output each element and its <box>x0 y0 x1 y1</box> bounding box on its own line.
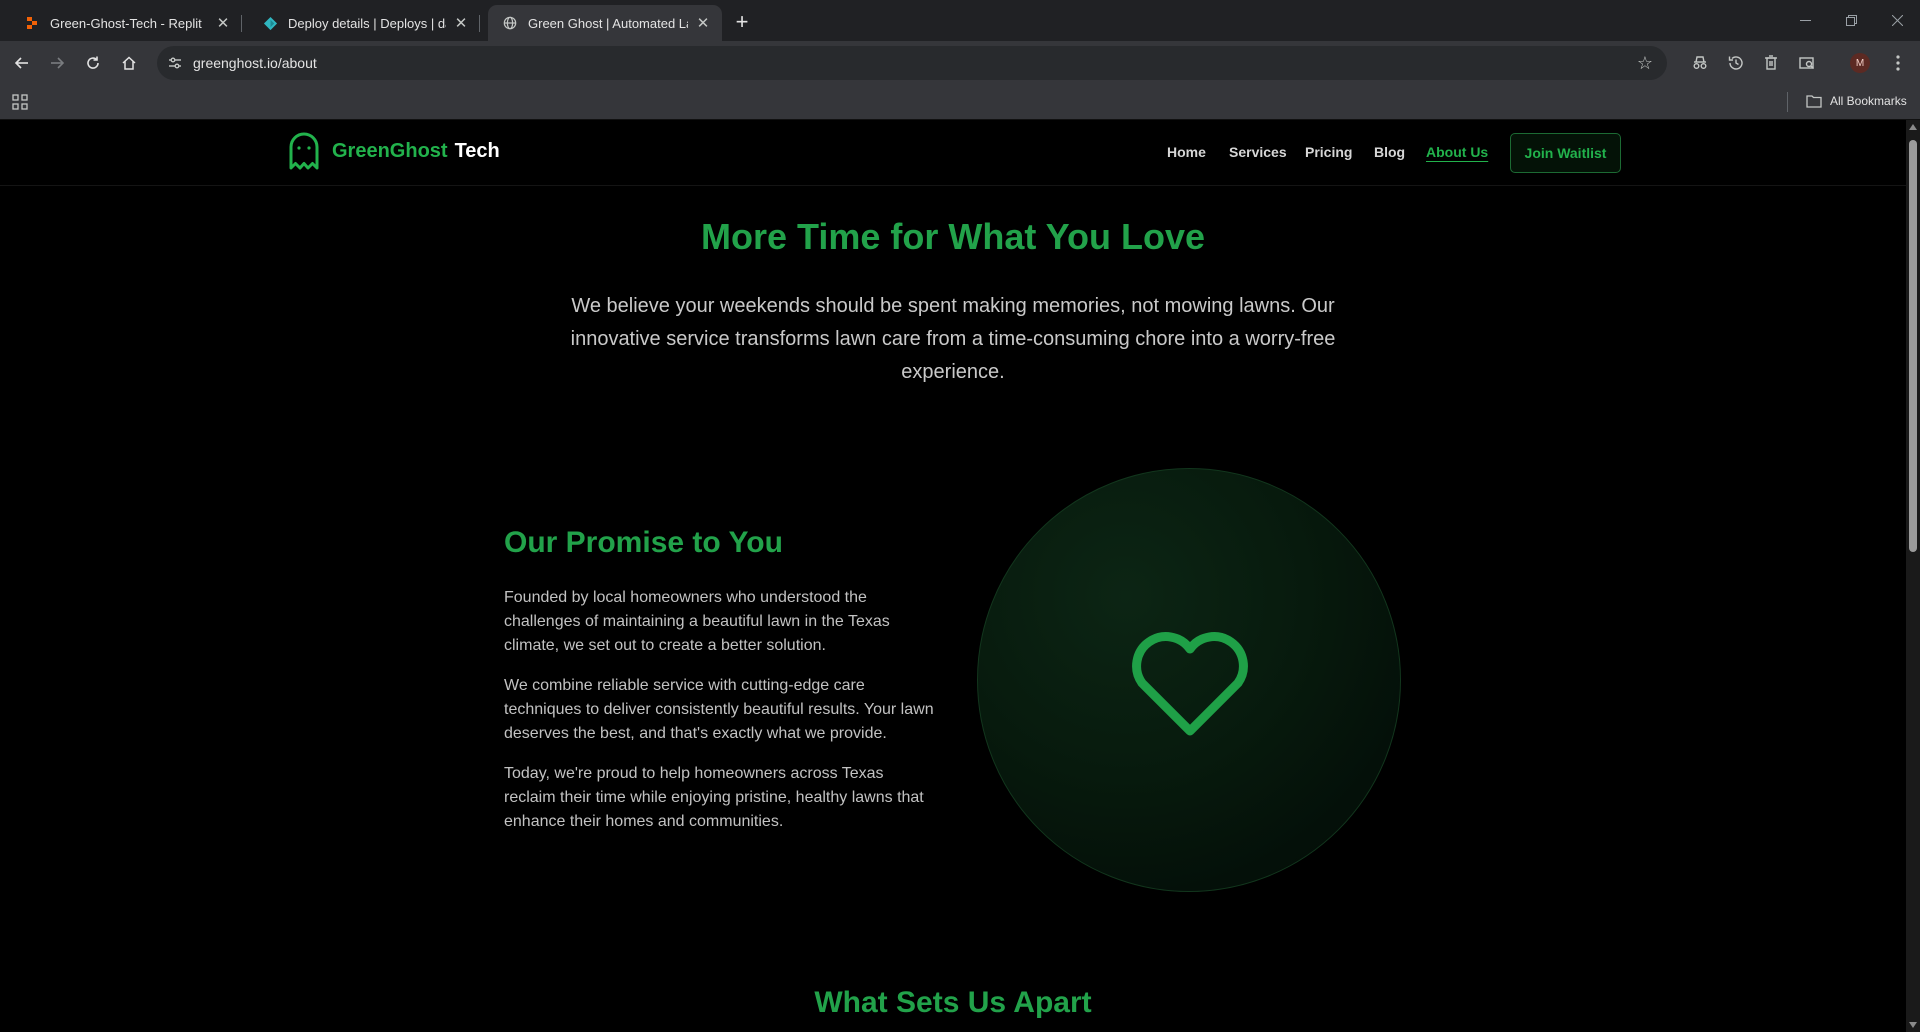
url-text: greenghost.io/about <box>193 55 317 71</box>
bookmark-star-icon[interactable]: ☆ <box>1635 53 1655 73</box>
promise-paragraph-3: Today, we're proud to help homeowners ac… <box>504 765 924 830</box>
folder-icon <box>1806 95 1822 108</box>
browser-toolbar: greenghost.io/about ☆ M <box>0 41 1920 84</box>
globe-icon <box>502 15 518 31</box>
tab-search-icon[interactable] <box>1795 51 1819 75</box>
hero-title: More Time for What You Love <box>700 216 1206 257</box>
close-icon[interactable]: ✕ <box>214 14 232 32</box>
close-icon[interactable]: ✕ <box>452 14 470 32</box>
apps-grid-icon[interactable] <box>12 94 28 110</box>
minimize-button[interactable] <box>1782 0 1828 41</box>
nav-blog[interactable]: Blog <box>1374 144 1405 160</box>
forward-button[interactable] <box>41 47 73 79</box>
heart-icon <box>1132 632 1248 736</box>
home-button[interactable] <box>113 47 145 79</box>
page-scrollbar[interactable] <box>1906 120 1920 1032</box>
apart-title: What Sets Us Apart <box>814 986 1092 1019</box>
reload-button[interactable] <box>77 47 109 79</box>
scroll-thumb[interactable] <box>1909 140 1917 552</box>
trash-icon[interactable] <box>1759 51 1783 75</box>
netlify-icon <box>262 15 278 31</box>
close-window-button[interactable] <box>1874 0 1920 41</box>
address-bar[interactable]: greenghost.io/about ☆ <box>157 46 1667 80</box>
hero-text: We believe your weekends should be spent… <box>570 295 1336 383</box>
tab-title: Deploy details | Deploys | darlin <box>288 15 446 31</box>
promise-title: Our Promise to You <box>504 526 783 559</box>
ghost-logo-icon <box>289 132 319 170</box>
brand-name: GreenGhost <box>332 139 448 162</box>
incognito-extension-icon[interactable] <box>1688 51 1712 75</box>
history-icon[interactable] <box>1724 51 1748 75</box>
bookmarks-divider <box>1787 92 1788 112</box>
tab-title: Green-Ghost-Tech - Replit <box>50 15 202 31</box>
site-info-icon[interactable] <box>167 55 183 71</box>
bookmarks-bar: All Bookmarks <box>0 84 1920 120</box>
new-tab-button[interactable]: + <box>728 8 756 36</box>
back-button[interactable] <box>6 47 38 79</box>
brand-logo[interactable]: GreenGhost Tech <box>288 132 500 170</box>
all-bookmarks-button[interactable]: All Bookmarks <box>1806 94 1907 108</box>
scroll-down-arrow[interactable] <box>1909 1022 1917 1028</box>
restore-button[interactable] <box>1828 0 1874 41</box>
tab-title: Green Ghost | Automated Lawn <box>528 15 688 31</box>
all-bookmarks-label: All Bookmarks <box>1830 94 1907 108</box>
promise-paragraph-2: We combine reliable service with cutting… <box>504 677 934 742</box>
tab-replit[interactable]: Green-Ghost-Tech - Replit ✕ <box>10 5 242 41</box>
profile-avatar[interactable]: M <box>1850 53 1870 73</box>
close-icon[interactable]: ✕ <box>694 14 712 32</box>
brand-suffix: Tech <box>454 139 500 162</box>
site-header: GreenGhost Tech Home Services Pricing Bl… <box>0 120 1906 186</box>
tab-netlify[interactable]: Deploy details | Deploys | darlin ✕ <box>248 5 480 41</box>
join-waitlist-button[interactable]: Join Waitlist <box>1510 133 1621 173</box>
nav-home[interactable]: Home <box>1167 144 1206 160</box>
promise-illustration <box>977 468 1401 892</box>
replit-icon <box>24 15 40 31</box>
scroll-up-arrow[interactable] <box>1909 124 1917 130</box>
menu-icon[interactable] <box>1886 51 1910 75</box>
tab-strip: Green-Ghost-Tech - Replit ✕ Deploy detai… <box>0 0 1920 41</box>
nav-pricing[interactable]: Pricing <box>1305 144 1352 160</box>
promise-paragraph-1: Founded by local homeowners who understo… <box>504 589 890 654</box>
nav-about-us[interactable]: About Us <box>1426 144 1488 160</box>
tab-greenghost[interactable]: Green Ghost | Automated Lawn ✕ <box>488 5 722 41</box>
page-viewport: GreenGhost Tech Home Services Pricing Bl… <box>0 120 1906 1032</box>
nav-services[interactable]: Services <box>1229 144 1287 160</box>
